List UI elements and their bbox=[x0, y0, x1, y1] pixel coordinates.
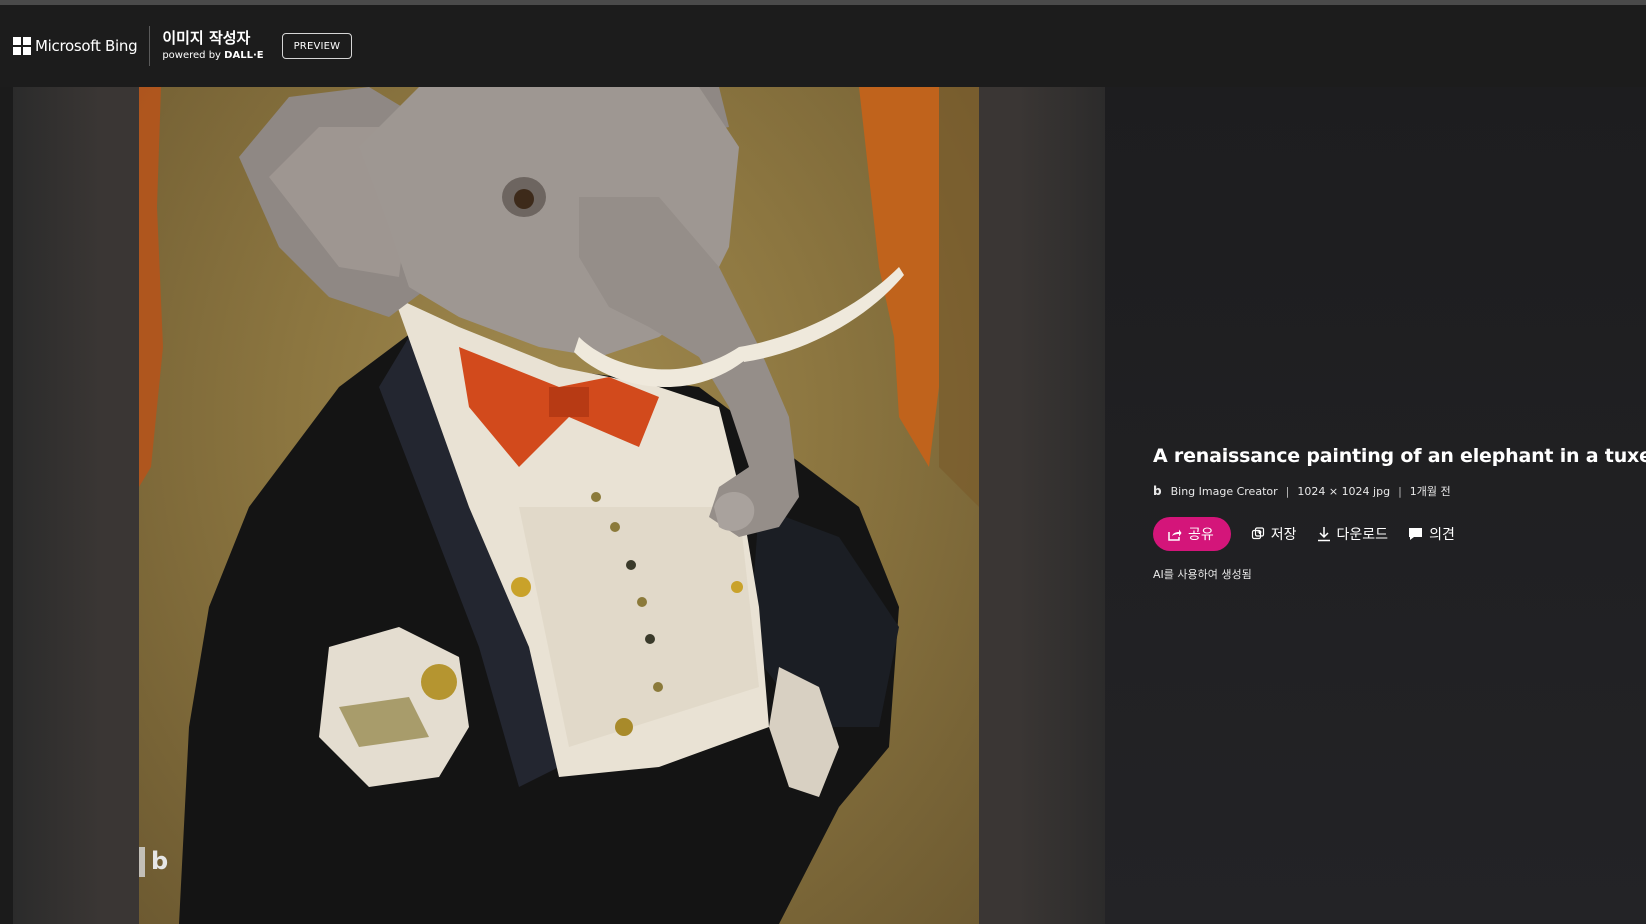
download-label: 다운로드 bbox=[1336, 527, 1389, 543]
image-creator-title[interactable]: 이미지 작성자 powered by DALL·E bbox=[162, 29, 263, 63]
feedback-icon bbox=[1409, 528, 1423, 540]
action-bar: 공유 저장 다운로드 의견 bbox=[1153, 517, 1455, 551]
generated-image[interactable]: b bbox=[139, 87, 979, 924]
elephant-painting bbox=[139, 87, 979, 924]
image-viewer: b bbox=[13, 87, 1105, 924]
preview-badge[interactable]: PREVIEW bbox=[281, 33, 353, 59]
powered-by-label: powered by DALL·E bbox=[162, 49, 263, 63]
share-button[interactable]: 공유 bbox=[1153, 517, 1231, 551]
app-header: Microsoft Bing 이미지 작성자 powered by DALL·E… bbox=[0, 5, 1646, 87]
save-button[interactable]: 저장 bbox=[1251, 524, 1297, 544]
microsoft-bing-logo[interactable]: Microsoft Bing bbox=[13, 37, 138, 55]
powered-by-prefix: powered by bbox=[162, 50, 221, 61]
save-label: 저장 bbox=[1270, 527, 1297, 543]
feedback-label: 의견 bbox=[1429, 527, 1455, 543]
meta-separator: | bbox=[1398, 484, 1402, 498]
details-panel: A renaissance painting of an elephant in… bbox=[1105, 87, 1646, 924]
share-icon bbox=[1168, 529, 1182, 541]
brand-name: Microsoft Bing bbox=[35, 37, 138, 55]
windows-logo-icon bbox=[13, 37, 31, 55]
download-icon bbox=[1317, 527, 1330, 542]
bing-watermark-icon: b bbox=[151, 847, 169, 875]
feedback-button[interactable]: 의견 bbox=[1408, 524, 1455, 544]
creator-title: 이미지 작성자 bbox=[162, 29, 251, 47]
image-prompt-title: A renaissance painting of an elephant in… bbox=[1153, 445, 1646, 467]
header-divider bbox=[149, 26, 151, 66]
image-size: 1024 × 1024 jpg bbox=[1297, 484, 1391, 498]
share-label: 공유 bbox=[1188, 527, 1214, 543]
meta-separator: | bbox=[1285, 484, 1290, 498]
powered-by-name: DALL·E bbox=[224, 50, 264, 61]
image-meta: b Bing Image Creator | 1024 × 1024 jpg |… bbox=[1153, 483, 1451, 499]
download-button[interactable]: 다운로드 bbox=[1317, 524, 1389, 544]
bing-b-icon: b bbox=[1153, 484, 1162, 498]
ai-generated-note: AI를 사용하여 생성됨 bbox=[1153, 568, 1252, 581]
image-age: 1개월 전 bbox=[1409, 485, 1451, 498]
save-collection-icon bbox=[1251, 527, 1264, 540]
source-label[interactable]: Bing Image Creator bbox=[1171, 485, 1278, 498]
